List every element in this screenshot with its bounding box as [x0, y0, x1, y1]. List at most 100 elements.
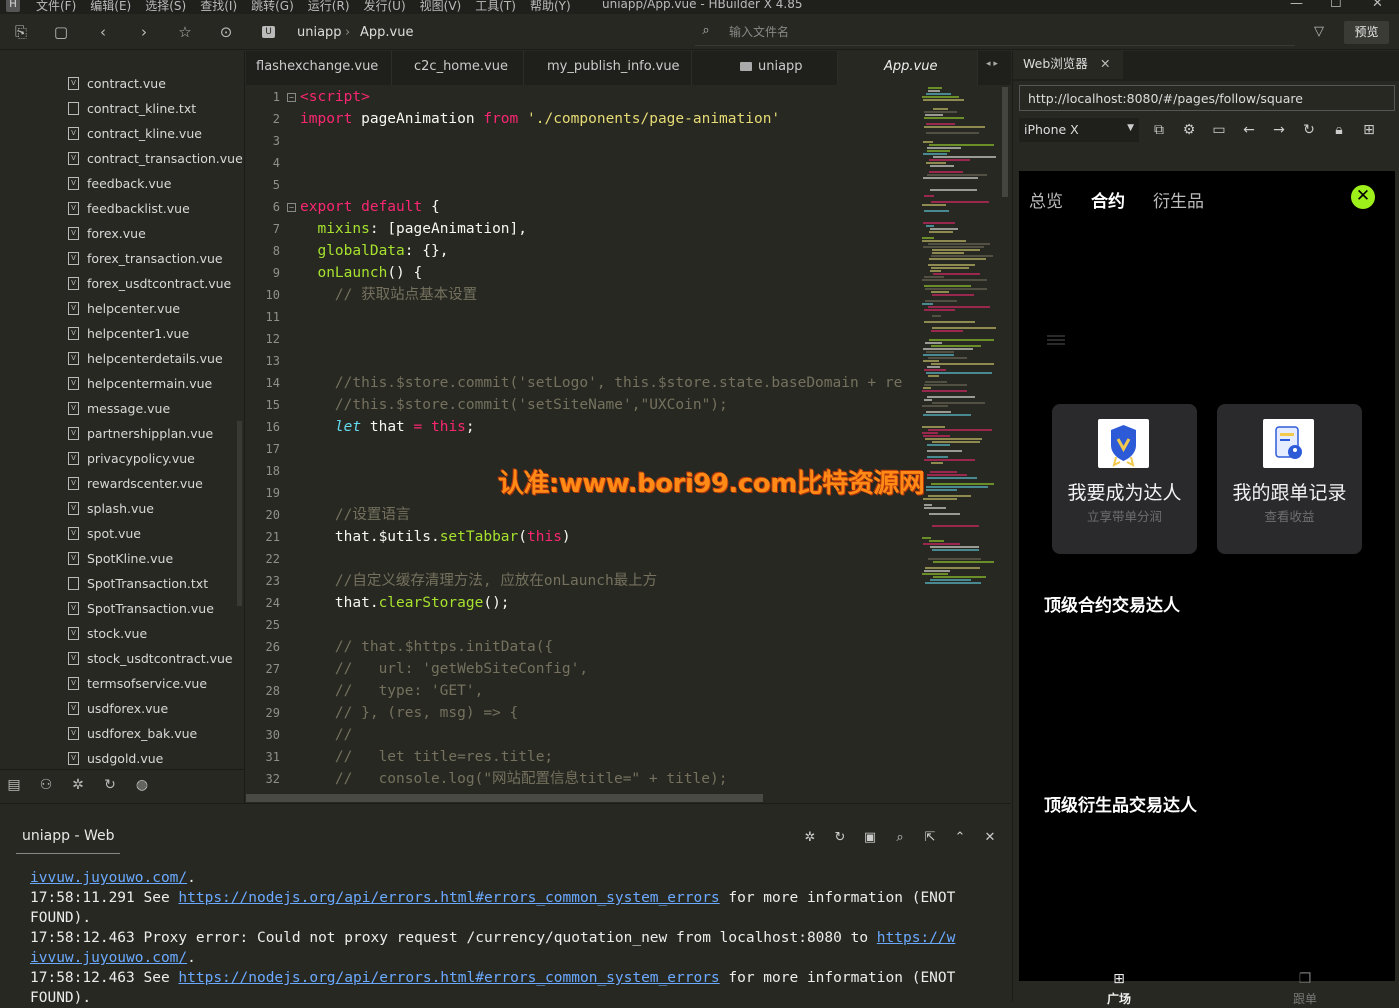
tab-derivatives[interactable]: 衍生品 — [1153, 187, 1204, 212]
tab-my-publish-info[interactable]: my_publish_info.vue — [524, 51, 692, 85]
export-icon[interactable]: ⇱ — [922, 830, 938, 846]
editor-horizontal-scrollbar[interactable] — [246, 794, 763, 802]
become-expert-card[interactable]: 我要成为达人 立享带单分润 — [1052, 404, 1197, 554]
menu-item[interactable]: 帮助(Y) — [530, 0, 571, 14]
file-item[interactable]: contract_kline.txt — [68, 96, 196, 121]
forward-icon[interactable]: › — [135, 23, 153, 41]
console-link[interactable]: https://w — [877, 930, 956, 946]
file-item[interactable]: Vrewardscenter.vue — [68, 471, 203, 496]
file-item[interactable]: Vcontract.vue — [68, 71, 166, 96]
file-item[interactable]: Vspot.vue — [68, 521, 141, 546]
file-item[interactable]: Vfeedbacklist.vue — [68, 196, 190, 221]
clear-icon[interactable]: ✕ — [982, 830, 998, 846]
tab-flashexchange[interactable]: flashexchange.vue — [246, 51, 392, 85]
back-icon[interactable]: ← — [1240, 121, 1258, 139]
file-item[interactable]: Vusdgold.vue — [68, 746, 163, 771]
menu-item[interactable]: 查找(I) — [200, 0, 237, 14]
tab-uniapp[interactable]: uniapp — [692, 51, 838, 85]
back-icon[interactable]: ‹ — [94, 23, 112, 41]
maximize-icon[interactable]: ☐ — [1330, 0, 1342, 11]
settings-icon[interactable]: ⚙ — [1180, 121, 1198, 139]
file-search-input[interactable] — [729, 25, 1029, 39]
console-link[interactable]: ivvuw.juyouwo.com/ — [30, 950, 187, 966]
file-item[interactable]: V SpotKline.vue — [68, 546, 173, 571]
minimize-icon[interactable]: — — [1290, 0, 1303, 11]
grid-icon[interactable]: ⊞ — [1360, 121, 1378, 139]
console-link[interactable]: https://nodejs.org/api/errors.html#error… — [178, 890, 719, 906]
menu-item[interactable]: 跳转(G) — [251, 0, 294, 14]
tab-overview[interactable]: 总览 — [1029, 187, 1063, 212]
save-all-icon[interactable]: ⎘ — [12, 23, 30, 41]
file-item[interactable]: Vhelpcenter.vue — [68, 296, 180, 321]
file-item[interactable]: Vhelpcentermain.vue — [68, 371, 212, 396]
file-item[interactable]: Vcontract_kline.vue — [68, 121, 202, 146]
close-tab-icon[interactable]: ✕ — [1100, 51, 1110, 77]
search-log-icon[interactable]: ⌕ — [892, 830, 908, 846]
menu-item[interactable]: 工具(T) — [475, 0, 516, 14]
fold-toggle-icon[interactable]: − — [287, 203, 296, 212]
refresh-icon[interactable]: ↻ — [1300, 121, 1318, 139]
url-bar[interactable]: http://localhost:8080/#/pages/follow/squ… — [1019, 85, 1395, 111]
breadcrumb-file[interactable]: App.vue — [360, 25, 413, 40]
menu-item[interactable]: 视图(V) — [420, 0, 462, 14]
nav-copy-trade[interactable]: ❐ 跟单 — [1275, 971, 1335, 1007]
file-item[interactable]: Vprivacypolicy.vue — [68, 446, 195, 471]
run-icon[interactable]: ⊙ — [217, 23, 235, 41]
file-item[interactable]: Vtermsofservice.vue — [68, 671, 207, 696]
tab-app-vue[interactable]: App.vue — [838, 51, 978, 85]
file-item[interactable]: Vmessage.vue — [68, 396, 170, 421]
file-item[interactable]: Vhelpcenterdetails.vue — [68, 346, 223, 371]
file-item[interactable]: Vforex.vue — [68, 221, 146, 246]
menu-item[interactable]: 编辑(E) — [90, 0, 131, 14]
screenshot-icon[interactable]: ⧉ — [1150, 121, 1168, 139]
breadcrumb-project[interactable]: uniapp — [297, 25, 342, 40]
lock-icon[interactable]: 🔒︎ — [1330, 121, 1348, 139]
project-explorer-icon[interactable]: ▤ — [4, 777, 24, 795]
console-icon[interactable]: ▭ — [1210, 121, 1228, 139]
file-item[interactable]: Vforex_usdtcontract.vue — [68, 271, 231, 296]
restart-icon[interactable]: ↻ — [832, 830, 848, 846]
menu-item[interactable]: 发行(U) — [364, 0, 406, 14]
tab-contract[interactable]: 合约 — [1091, 187, 1125, 212]
debug-icon[interactable]: ✲ — [68, 777, 88, 795]
editor-vertical-scrollbar[interactable] — [1002, 87, 1008, 197]
stop-icon[interactable]: ▣ — [862, 830, 878, 846]
fold-toggle-icon[interactable]: − — [287, 93, 296, 102]
sidebar-scrollbar[interactable] — [237, 421, 242, 606]
nav-square[interactable]: ⊞ 广场 — [1089, 971, 1149, 1007]
file-item[interactable]: Vstock.vue — [68, 621, 147, 646]
tab-c2c-home[interactable]: c2c_home.vue — [392, 51, 524, 85]
file-item[interactable]: Vfeedback.vue — [68, 171, 171, 196]
web-icon[interactable]: ◍ — [132, 777, 152, 795]
console-tab[interactable]: uniapp - Web — [16, 824, 121, 854]
file-item[interactable]: Vsplash.vue — [68, 496, 154, 521]
file-item[interactable]: Vstock_usdtcontract.vue — [68, 646, 233, 671]
close-icon[interactable]: ✕ — [1351, 185, 1375, 209]
file-item[interactable]: Vforex_transaction.vue — [68, 246, 223, 271]
file-item[interactable]: Vusdforex.vue — [68, 696, 168, 721]
file-item[interactable]: Vpartnershipplan.vue — [68, 421, 213, 446]
file-item[interactable]: Vhelpcenter1.vue — [68, 321, 189, 346]
preview-button[interactable]: 预览 — [1344, 21, 1389, 44]
git-icon[interactable]: ↻ — [100, 777, 120, 795]
close-window-icon[interactable]: ✕ — [1372, 0, 1383, 11]
menu-item[interactable]: 文件(F) — [36, 0, 76, 14]
file-item[interactable]: Vusdforex_bak.vue — [68, 721, 197, 746]
plugin-icon[interactable]: ⚇ — [36, 777, 56, 795]
collapse-icon[interactable]: ⌃ — [952, 830, 968, 846]
file-item[interactable]: V SpotTransaction.vue — [68, 596, 214, 621]
minimap[interactable] — [920, 85, 1000, 803]
my-copy-records-card[interactable]: 我的跟单记录 查看收益 — [1217, 404, 1362, 554]
console-link[interactable]: ivvuw.juyouwo.com/ — [30, 870, 187, 886]
device-select[interactable]: iPhone X ▼ — [1019, 118, 1139, 142]
star-icon[interactable]: ☆ — [176, 23, 194, 41]
debug-icon[interactable]: ✲ — [802, 830, 818, 846]
tab-scroll-icon[interactable]: ◂ ▸ — [986, 59, 998, 69]
menu-item[interactable]: 运行(R) — [308, 0, 350, 14]
menu-item[interactable]: 选择(S) — [145, 0, 186, 14]
browser-tab[interactable]: Web浏览器 ✕ — [1013, 51, 1123, 79]
save-icon[interactable]: ▢ — [52, 23, 70, 41]
forward-icon[interactable]: → — [1270, 121, 1288, 139]
file-item[interactable]: Vcontract_transaction.vue — [68, 146, 243, 171]
file-item[interactable]: SpotTransaction.txt — [68, 571, 208, 596]
